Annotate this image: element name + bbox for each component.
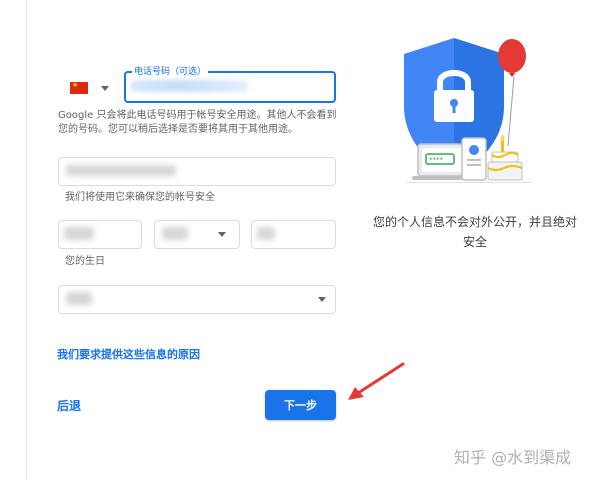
svg-text:****: ****: [429, 156, 444, 164]
birthday-cake-icon: [487, 161, 523, 181]
gender-value-blurred: [66, 292, 92, 305]
birth-month-value-blurred: [162, 227, 188, 240]
back-button[interactable]: 后退: [57, 397, 81, 414]
phone-number-value-blurred: [130, 80, 248, 92]
birth-year-value-blurred: [64, 227, 94, 240]
security-shield-illustration: ****: [404, 38, 532, 183]
annotation-arrow-icon: [348, 362, 405, 400]
gender-select[interactable]: [58, 285, 336, 314]
gender-dropdown-caret-icon[interactable]: [318, 297, 326, 302]
recovery-email-caption: 我们将使用它来确保您的帐号安全: [65, 192, 215, 203]
phone-number-label: 电话号码（可选）: [132, 64, 209, 77]
left-divider: [26, 0, 27, 480]
balloon-icon: [498, 39, 526, 73]
next-button[interactable]: 下一步: [265, 390, 336, 420]
birth-month-dropdown-caret-icon[interactable]: [218, 232, 226, 237]
signup-page: ★ 电话号码（可选） Google 只会将此电话号码用于帐号安全用途。其他人不会…: [0, 0, 600, 480]
china-flag-icon[interactable]: ★: [70, 82, 88, 94]
why-we-ask-link[interactable]: 我们要求提供这些信息的原因: [57, 346, 200, 362]
privacy-note: 您的个人信息不会对外公开，并且绝对安全: [372, 215, 577, 249]
phone-help-text: Google 只会将此电话号码用于帐号安全用途。其他人不会看到您的号码。您可以稍…: [58, 110, 337, 135]
country-dropdown-caret-icon[interactable]: [101, 86, 109, 91]
birth-day-value-blurred: [257, 227, 275, 240]
watermark: 知乎 @水到渠成: [454, 448, 572, 467]
recovery-email-value-blurred: [66, 165, 176, 176]
birthday-caption: 您的生日: [65, 256, 105, 267]
